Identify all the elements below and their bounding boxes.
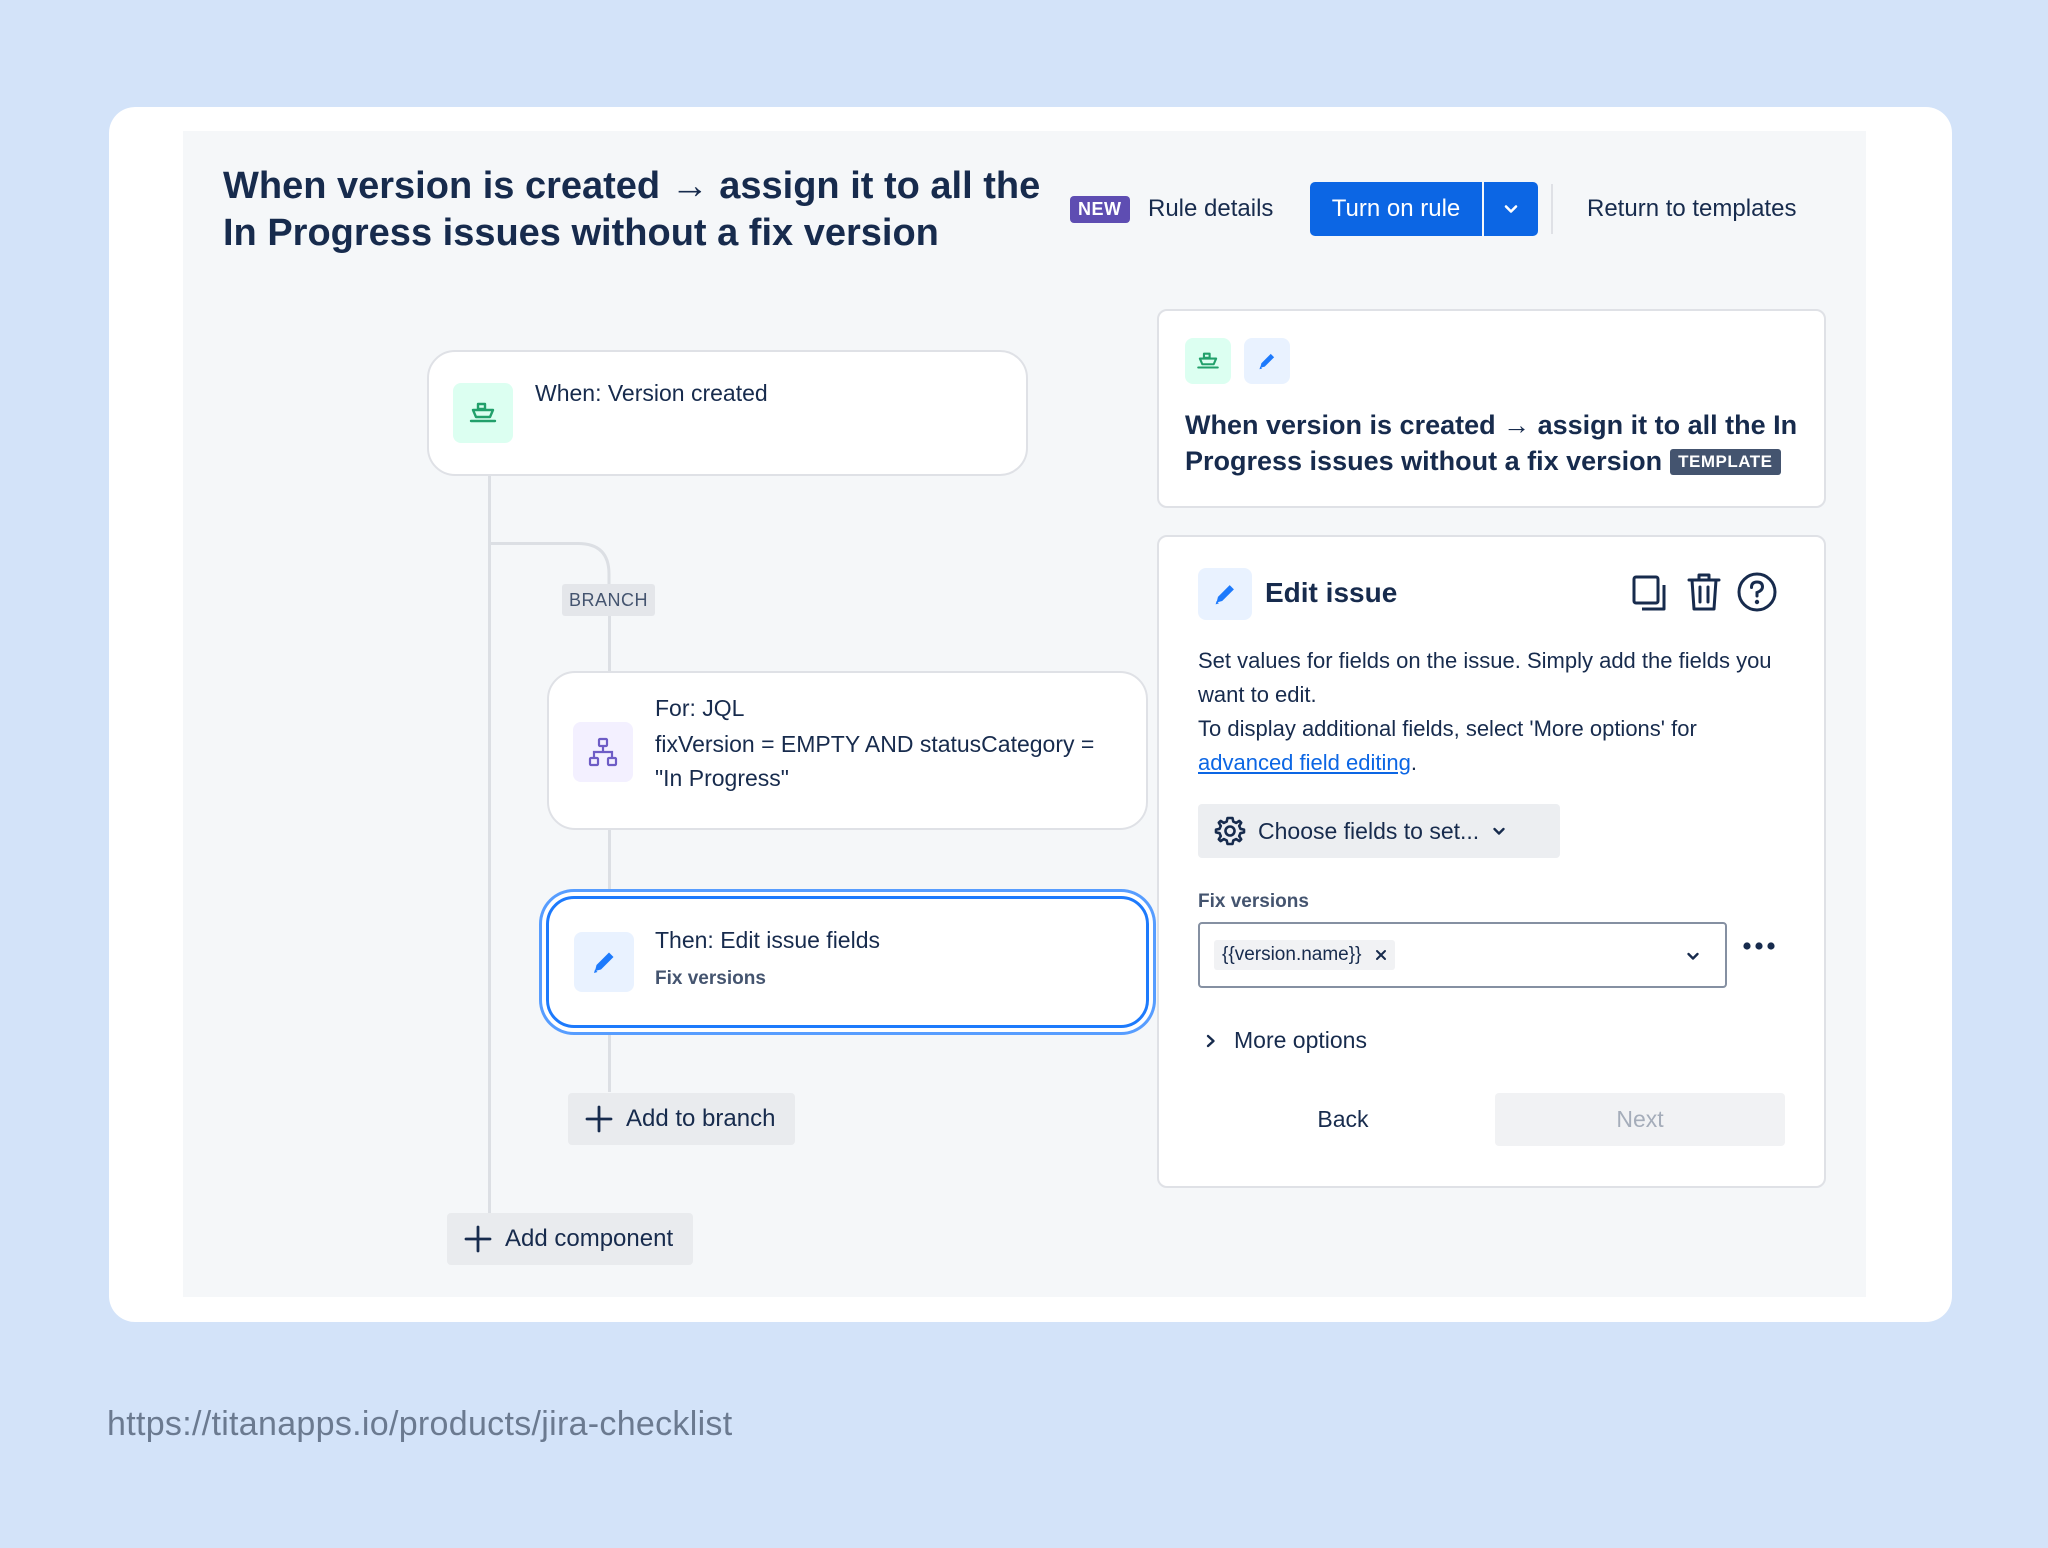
action-subtitle: Fix versions (655, 968, 766, 989)
trigger-label: When: Version created (535, 380, 768, 406)
chevron-down-icon (1504, 205, 1518, 213)
description-period: . (1410, 750, 1417, 775)
template-badge: TEMPLATE (1670, 449, 1781, 475)
new-badge: NEW (1070, 196, 1130, 223)
chevron-right-icon (1206, 1034, 1215, 1047)
description-line-2-text: To display additional fields, select 'Mo… (1198, 716, 1697, 741)
fix-version-chip-label: {{version.name}} (1222, 944, 1362, 965)
ship-icon (1185, 338, 1231, 384)
add-to-branch-label: Add to branch (626, 1105, 776, 1132)
plus-icon (585, 1105, 613, 1133)
back-button[interactable]: Back (1280, 1093, 1406, 1146)
plus-icon (464, 1225, 492, 1253)
chevron-down-icon (1687, 952, 1699, 960)
next-button[interactable]: Next (1495, 1093, 1785, 1146)
advanced-field-editing-link[interactable]: advanced field editing (1198, 750, 1411, 775)
more-actions-icon[interactable] (1742, 940, 1776, 952)
pencil-icon (1244, 338, 1290, 384)
branch-connector-v2 (608, 828, 611, 894)
header-divider (1551, 184, 1553, 234)
rule-title: When version is created → assign it to a… (223, 165, 1041, 254)
edit-issue-action-node[interactable]: Then: Edit issue fields Fix versions (546, 896, 1149, 1028)
description-line-2: To display additional fields, select 'Mo… (1198, 712, 1798, 780)
trigger-node[interactable]: When: Version created (427, 350, 1028, 476)
chevron-down-icon (1493, 827, 1505, 835)
add-component-button[interactable]: Add component (447, 1213, 694, 1265)
duplicate-icon[interactable] (1630, 573, 1670, 613)
remove-icon[interactable] (1375, 949, 1387, 961)
action-title: Then: Edit issue fields (655, 927, 881, 953)
hierarchy-icon (573, 722, 633, 782)
source-url: https://titanapps.io/products/jira-check… (107, 1405, 733, 1443)
branch-tag: BRANCH (562, 584, 656, 616)
edit-issue-panel (1157, 535, 1826, 1188)
description-line-1: Set values for fields on the issue. Simp… (1198, 648, 1772, 707)
branch-jql-node[interactable]: For: JQL fixVersion = EMPTY AND statusCa… (547, 671, 1148, 830)
turn-on-rule-dropdown[interactable] (1484, 182, 1538, 236)
template-title: When version is created → assign it to a… (1185, 407, 1805, 479)
branch-title: For: JQL (655, 695, 745, 721)
fix-versions-select[interactable]: {{version.name}} (1198, 922, 1727, 988)
trash-icon[interactable] (1684, 571, 1724, 613)
pencil-icon (574, 932, 634, 992)
more-options-toggle[interactable]: More options (1204, 1027, 1367, 1054)
rule-details-link[interactable]: Rule details (1148, 194, 1273, 224)
fix-version-chip: {{version.name}} (1214, 940, 1396, 970)
edit-issue-title: Edit issue (1265, 577, 1398, 608)
branch-connector-v1 (608, 616, 611, 672)
turn-on-rule-button[interactable]: Turn on rule (1310, 182, 1482, 236)
more-options-label: More options (1234, 1027, 1367, 1053)
pencil-icon (1198, 568, 1252, 620)
edit-issue-description: Set values for fields on the issue. Simp… (1198, 644, 1798, 780)
fix-versions-label: Fix versions (1198, 891, 1309, 912)
ship-icon (453, 383, 513, 443)
return-to-templates-link[interactable]: Return to templates (1587, 194, 1796, 224)
choose-fields-label: Choose fields to set... (1258, 817, 1480, 844)
add-component-label: Add component (505, 1225, 674, 1252)
branch-jql-query: fixVersion = EMPTY AND statusCategory = … (655, 731, 1095, 791)
help-icon[interactable] (1736, 571, 1778, 613)
gear-icon (1214, 816, 1246, 846)
branch-connector-v3 (608, 1026, 611, 1092)
choose-fields-dropdown[interactable]: Choose fields to set... (1198, 804, 1560, 858)
add-to-branch-button[interactable]: Add to branch (568, 1093, 796, 1145)
